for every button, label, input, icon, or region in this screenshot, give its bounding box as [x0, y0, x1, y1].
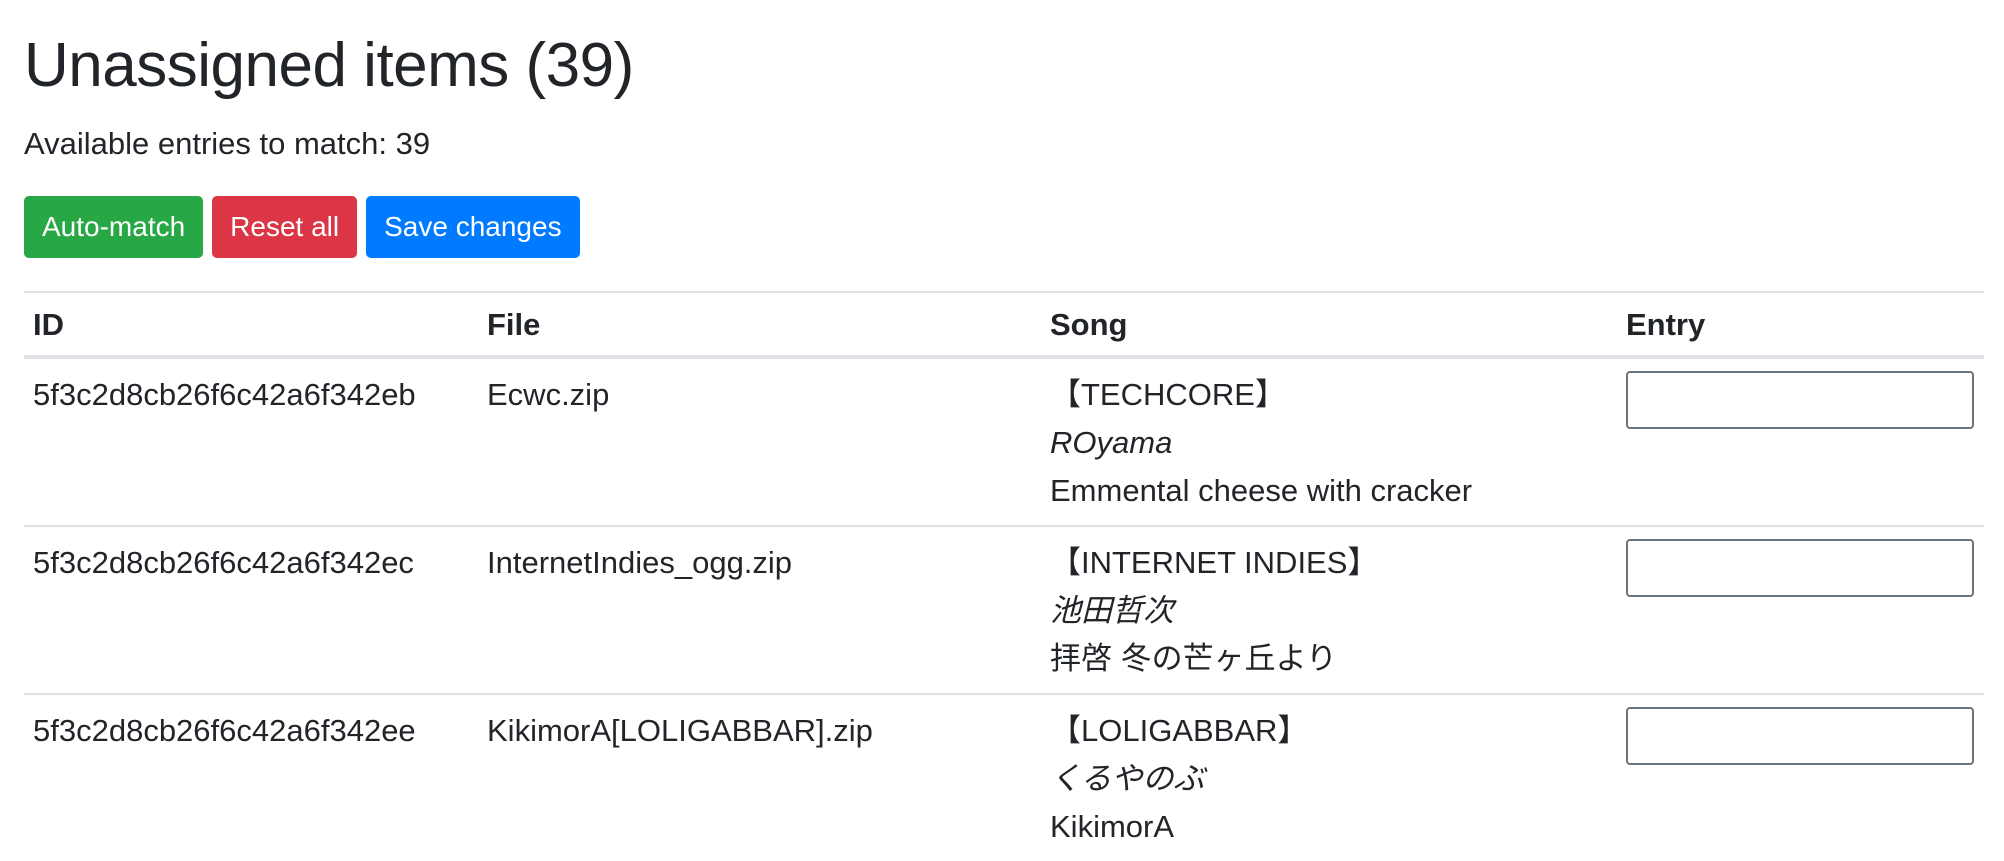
- entry-input[interactable]: [1626, 371, 1974, 429]
- table-header: ID File Song Entry: [24, 291, 1984, 359]
- cell-id: 5f3c2d8cb26f6c42a6f342ec: [24, 526, 478, 695]
- column-header-entry: Entry: [1617, 291, 1984, 359]
- cell-entry: [1617, 694, 1984, 861]
- column-header-song: Song: [1041, 291, 1617, 359]
- cell-song: 【INTERNET INDIES】 池田哲次 拝啓 冬の芒ヶ丘より: [1041, 526, 1617, 695]
- song-genre: 【LOLIGABBAR】: [1050, 713, 1309, 748]
- cell-file: KikimorA[LOLIGABBAR].zip: [487, 713, 873, 748]
- song-artist: 池田哲次: [1050, 593, 1174, 628]
- reset-all-button[interactable]: Reset all: [212, 196, 358, 258]
- cell-file: Ecwc.zip: [478, 357, 1041, 527]
- table-header-row: ID File Song Entry: [24, 291, 1984, 359]
- song-genre: 【INTERNET INDIES】: [1050, 545, 1379, 580]
- song-genre: 【TECHCORE】: [1050, 377, 1286, 412]
- entry-input[interactable]: [1626, 539, 1974, 597]
- table-row: 5f3c2d8cb26f6c42a6f342eb Ecwc.zip 【TECHC…: [24, 357, 1984, 527]
- cell-song: 【TECHCORE】 ROyama Emmental cheese with c…: [1041, 357, 1617, 527]
- cell-id: 5f3c2d8cb26f6c42a6f342eb: [24, 357, 478, 527]
- song-artist: くるやのぶ: [1050, 761, 1205, 796]
- entry-input[interactable]: [1626, 707, 1974, 765]
- save-changes-button[interactable]: Save changes: [366, 196, 580, 258]
- table-body: 5f3c2d8cb26f6c42a6f342eb Ecwc.zip 【TECHC…: [24, 357, 1984, 861]
- page: Unassigned items (39) Available entries …: [0, 0, 1984, 861]
- table-row: 5f3c2d8cb26f6c42a6f342ee KikimorA[LOLIGA…: [24, 694, 1984, 861]
- column-header-file: File: [478, 291, 1041, 359]
- cell-file: InternetIndies_ogg.zip: [478, 526, 1041, 695]
- table-row: 5f3c2d8cb26f6c42a6f342ec InternetIndies_…: [24, 526, 1984, 695]
- unassigned-items-table: ID File Song Entry 5f3c2d8cb26f6c42a6f34…: [24, 291, 1984, 861]
- page-title: Unassigned items (39): [24, 31, 634, 100]
- column-header-id: ID: [24, 291, 478, 359]
- song-title: KikimorA: [1050, 809, 1175, 844]
- auto-match-button[interactable]: Auto-match: [24, 196, 204, 258]
- song-title: Emmental cheese with cracker: [1050, 473, 1473, 508]
- song-title: 拝啓 冬の芒ヶ丘より: [1050, 641, 1337, 676]
- toolbar: Auto-match Reset all Save changes: [24, 196, 1984, 258]
- cell-song: 【LOLIGABBAR】 くるやのぶ KikimorA: [1041, 694, 1617, 861]
- cell-id: 5f3c2d8cb26f6c42a6f342ee: [33, 713, 416, 748]
- song-artist: ROyama: [1050, 425, 1173, 460]
- cell-entry: [1617, 357, 1984, 527]
- available-entries-summary: Available entries to match: 39: [24, 126, 431, 161]
- cell-entry: [1617, 526, 1984, 695]
